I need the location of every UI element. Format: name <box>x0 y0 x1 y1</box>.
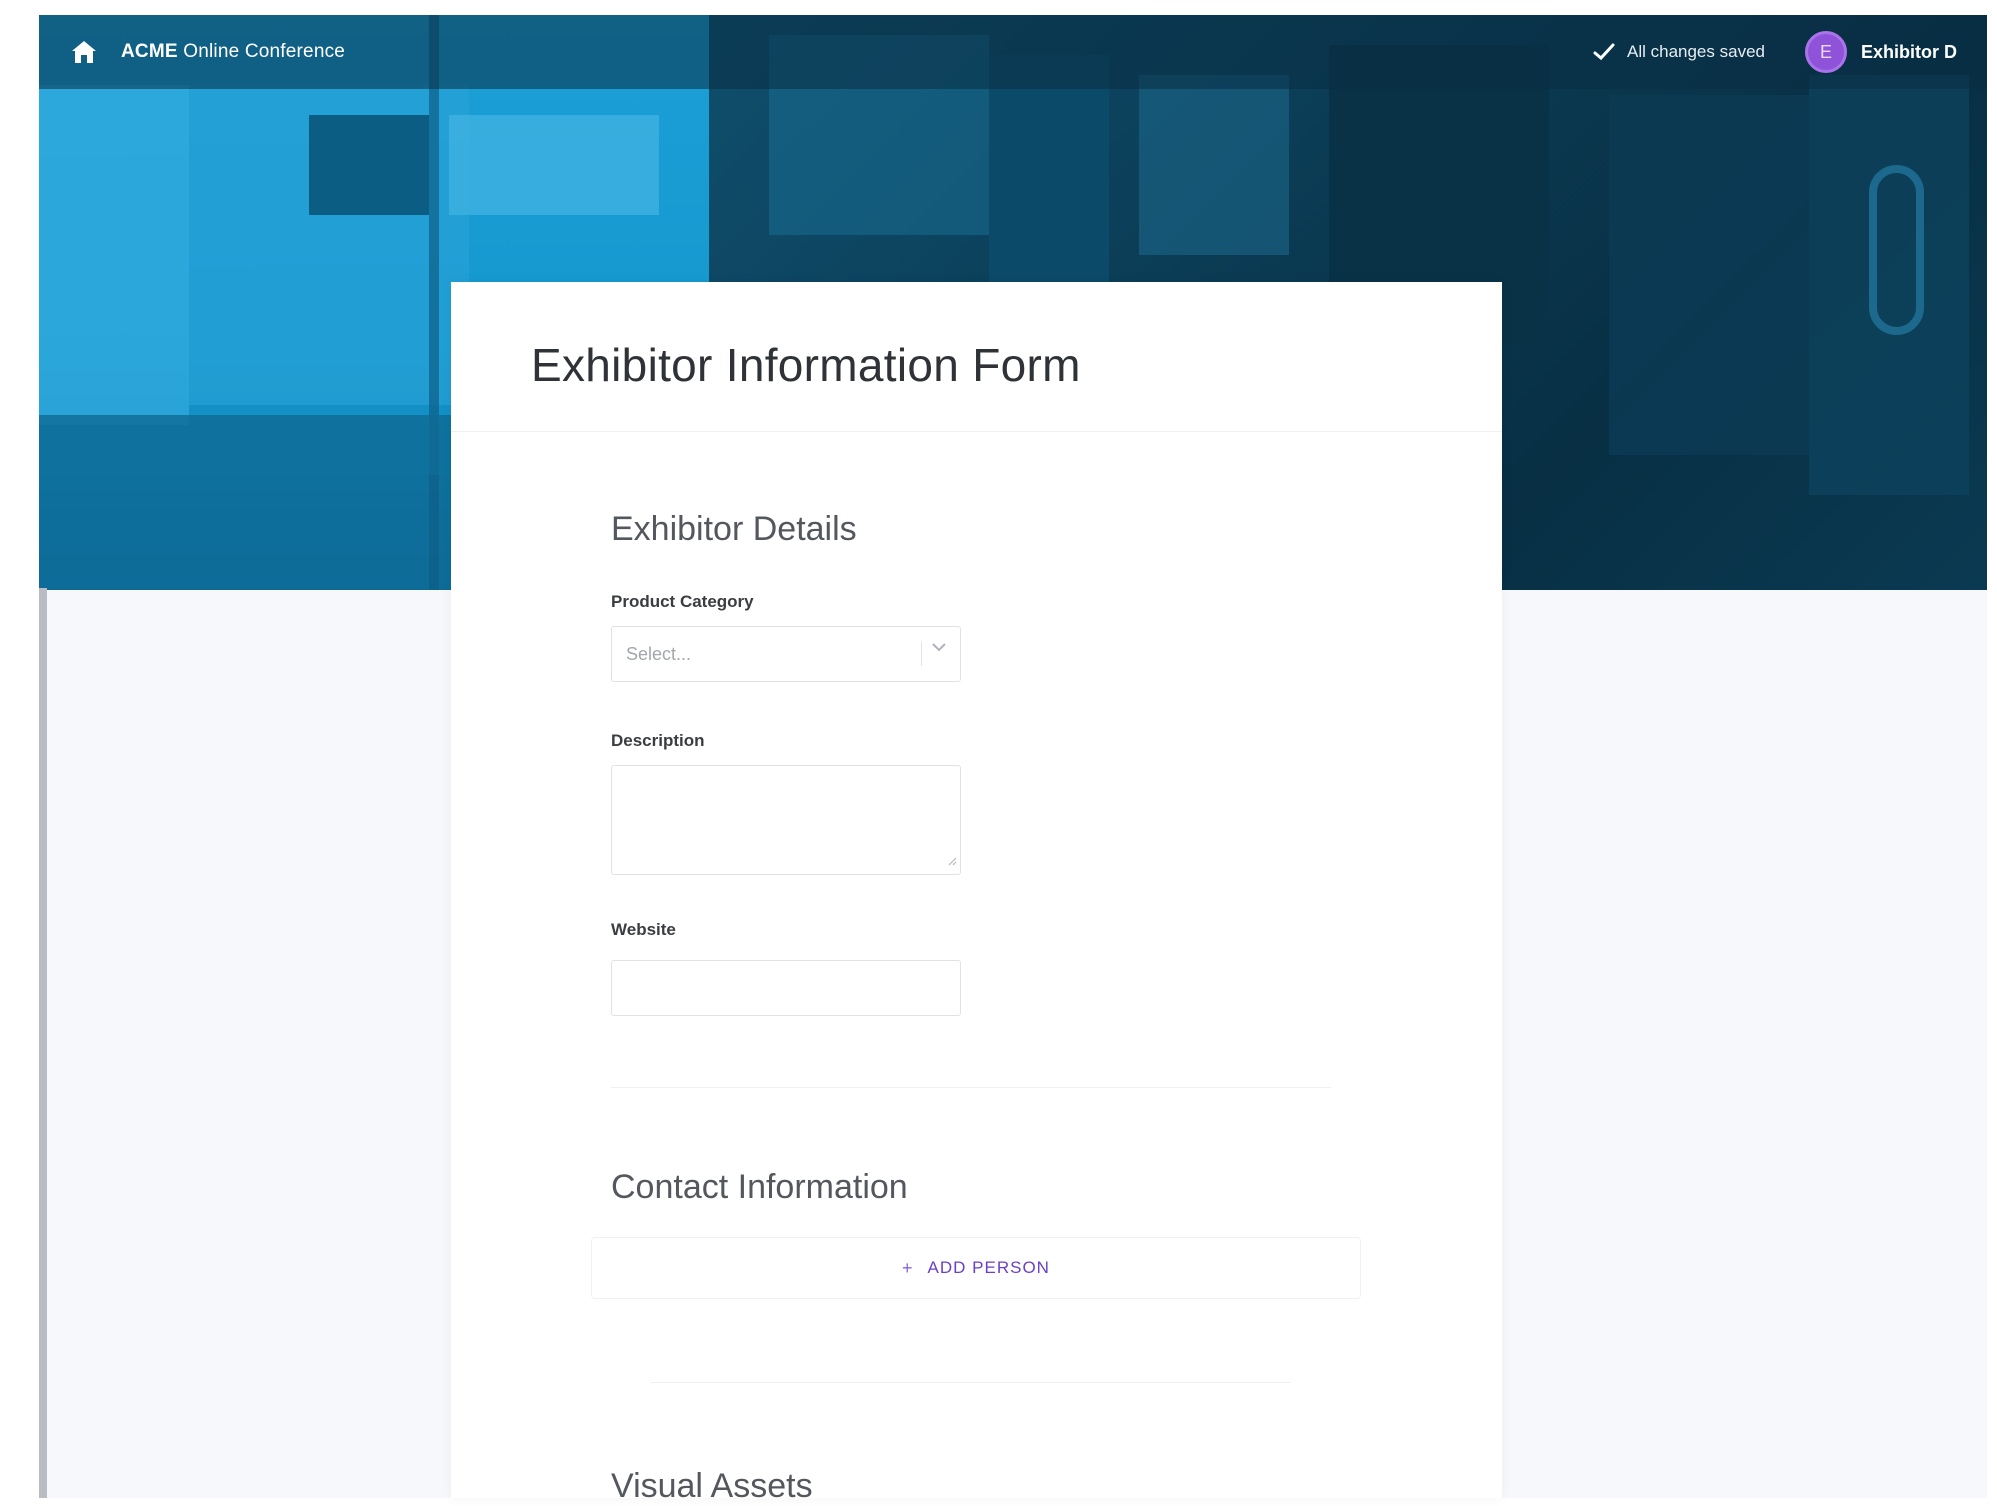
brand-name-rest: Online Conference <box>177 41 346 62</box>
brand-name-bold: ACME <box>121 41 178 62</box>
product-category-label: Product Category <box>611 592 754 611</box>
chevron-down-icon[interactable] <box>911 642 946 666</box>
website-input[interactable] <box>611 960 961 1016</box>
product-category-placeholder: Select... <box>626 643 692 664</box>
plus-icon: + <box>902 1257 914 1278</box>
description-label: Description <box>611 731 705 750</box>
avatar-initial: E <box>1819 41 1832 62</box>
section-divider <box>611 1087 1331 1088</box>
save-status-text: All changes saved <box>1627 42 1765 61</box>
user-name[interactable]: Exhibitor D <box>1861 42 1957 63</box>
page-title: Exhibitor Information Form <box>531 339 1081 391</box>
website-label: Website <box>611 920 676 939</box>
description-textarea[interactable] <box>611 765 961 875</box>
form-card-header: Exhibitor Information Form <box>451 282 1502 432</box>
home-icon[interactable] <box>69 37 99 67</box>
resize-handle-icon[interactable] <box>947 853 957 871</box>
save-status: All changes saved <box>1593 42 1765 62</box>
brand-name[interactable]: ACME Online Conference <box>121 41 345 63</box>
add-person-label: ADD PERSON <box>927 1258 1050 1277</box>
check-icon <box>1593 43 1615 61</box>
product-category-select[interactable]: Select... <box>611 626 961 682</box>
page-left-edge <box>39 588 47 1498</box>
section-title-contact-information: Contact Information <box>611 1168 908 1206</box>
top-navigation-bar: ACME Online Conference All changes saved… <box>39 15 1987 89</box>
topbar-right-group: All changes saved E Exhibitor D <box>1593 31 1957 73</box>
add-person-button[interactable]: + ADD PERSON <box>591 1237 1361 1299</box>
avatar[interactable]: E <box>1804 31 1847 73</box>
section-title-exhibitor-details: Exhibitor Details <box>611 510 857 548</box>
section-divider <box>651 1382 1291 1383</box>
section-title-visual-assets: Visual Assets <box>611 1467 813 1505</box>
form-card: Exhibitor Information Form Exhibitor Det… <box>451 282 1502 1505</box>
